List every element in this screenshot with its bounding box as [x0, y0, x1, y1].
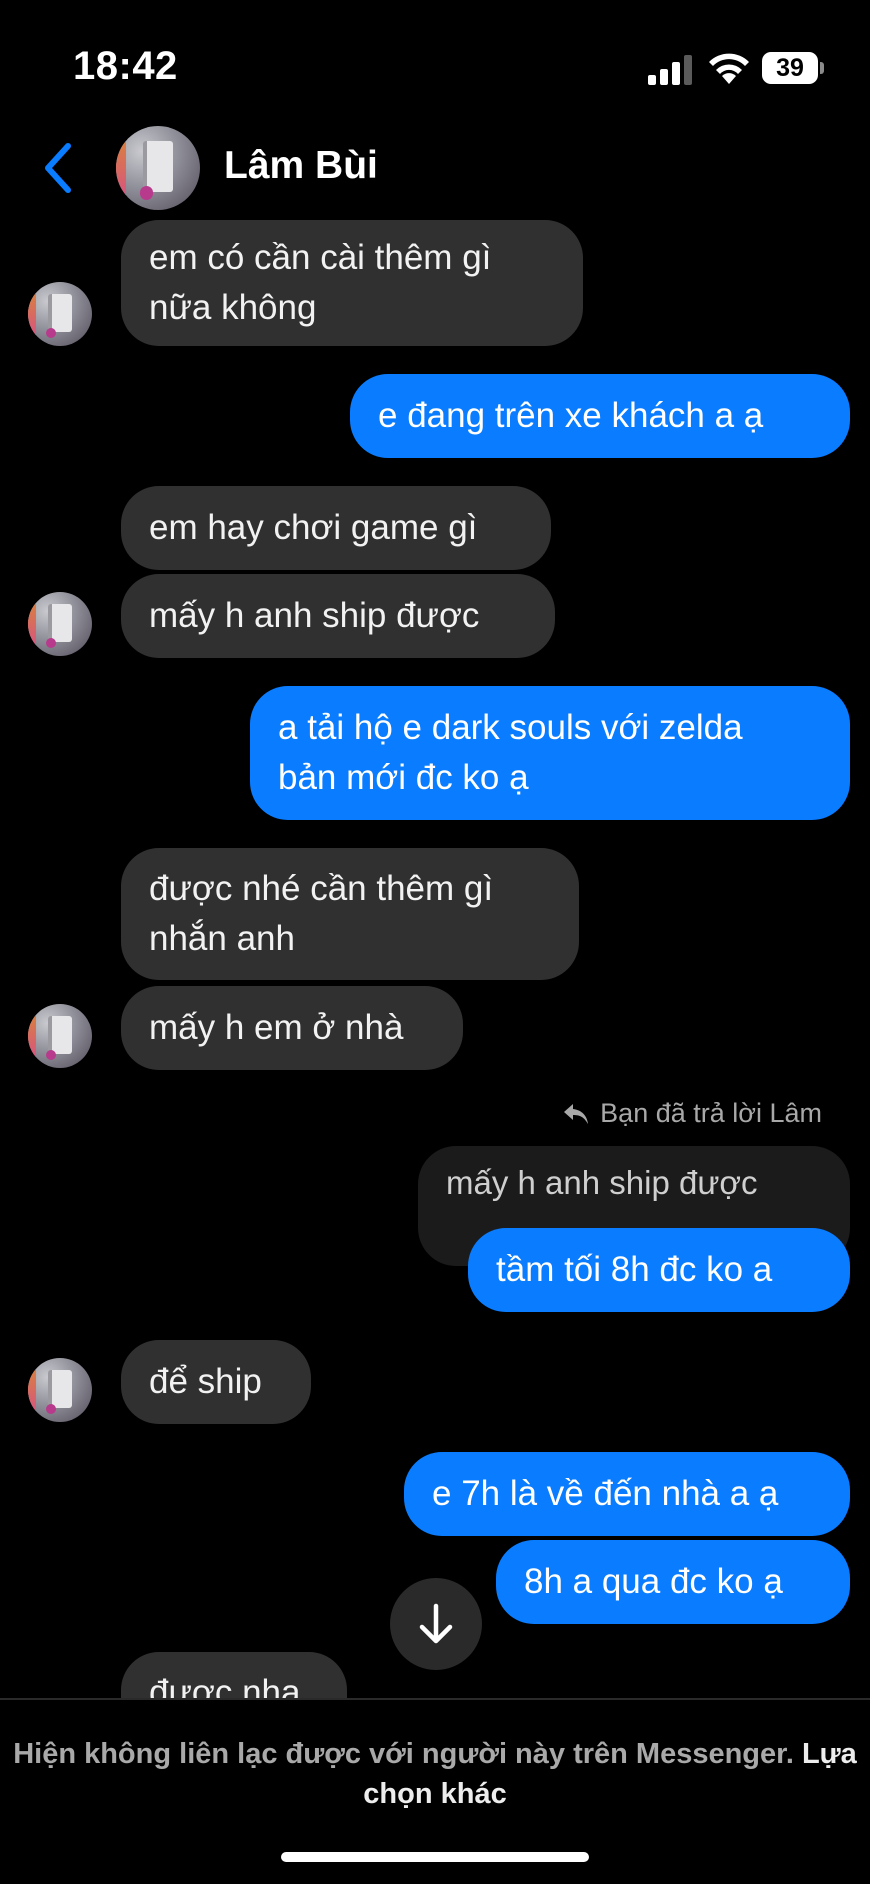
reply-indicator: Bạn đã trả lời Lâm [562, 1098, 822, 1129]
status-bar: 18:42 39 [0, 0, 870, 130]
reply-indicator-label: Bạn đã trả lời Lâm [600, 1098, 822, 1128]
wifi-icon [709, 53, 749, 84]
message-bubble-incoming[interactable]: được nhé cần thêm gì nhắn anh [121, 848, 579, 980]
unavailable-notice-bar: Hiện không liên lạc được với người này t… [0, 1698, 870, 1884]
conversation-header: Lâm Bùi [0, 118, 870, 222]
message-bubble-outgoing[interactable]: e đang trên xe khách a ạ [350, 374, 850, 458]
message-bubble-outgoing[interactable]: a tải hộ e dark souls với zelda bản mới đ… [250, 686, 850, 820]
status-time: 18:42 [73, 44, 178, 88]
unavailable-notice: Hiện không liên lạc được với người này t… [0, 1734, 870, 1814]
message-bubble-incoming[interactable]: để ship [121, 1340, 311, 1424]
battery-level: 39 [762, 52, 818, 84]
sender-avatar[interactable] [28, 1004, 92, 1068]
message-bubble-incoming[interactable]: em có cần cài thêm gì nữa không [121, 220, 583, 346]
message-bubble-outgoing[interactable]: e 7h là về đến nhà a ạ [404, 1452, 850, 1536]
arrow-down-icon [419, 1603, 453, 1644]
contact-name[interactable]: Lâm Bùi [224, 144, 378, 188]
sender-avatar[interactable] [28, 1358, 92, 1422]
sender-avatar[interactable] [28, 592, 92, 656]
notice-text: Hiện không liên lạc được với người này t… [13, 1738, 794, 1770]
contact-avatar[interactable] [116, 126, 200, 210]
battery-icon: 39 [762, 52, 824, 84]
message-bubble-incoming[interactable]: mấy h em ở nhà [121, 986, 463, 1070]
reply-arrow-icon [564, 1103, 589, 1124]
message-bubble-incoming[interactable]: mấy h anh ship được [121, 574, 555, 658]
message-bubble-incoming[interactable]: em hay chơi game gì [121, 486, 551, 570]
message-bubble-outgoing[interactable]: tầm tối 8h đc ko a [468, 1228, 850, 1312]
back-chevron-icon[interactable] [36, 138, 82, 198]
home-indicator[interactable] [281, 1852, 589, 1862]
scroll-to-bottom-button[interactable] [390, 1578, 482, 1670]
sender-avatar[interactable] [28, 282, 92, 346]
cellular-signal-icon [648, 55, 692, 85]
message-bubble-outgoing[interactable]: 8h a qua đc ko ạ [496, 1540, 850, 1624]
